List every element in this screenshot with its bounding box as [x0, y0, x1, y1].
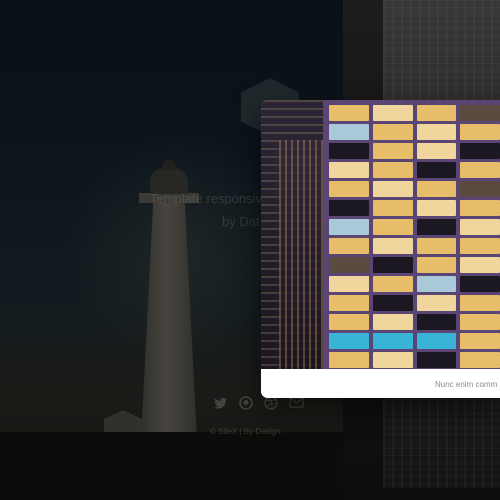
background-building-lights	[279, 140, 323, 369]
window	[372, 257, 413, 273]
window	[416, 333, 457, 349]
window	[329, 143, 369, 159]
window	[416, 200, 457, 216]
window	[460, 352, 500, 368]
window	[372, 333, 413, 349]
window	[329, 181, 369, 197]
window	[329, 295, 369, 311]
window	[372, 200, 413, 216]
window	[460, 162, 500, 178]
window	[372, 238, 413, 254]
window	[416, 162, 457, 178]
window	[416, 238, 457, 254]
window	[329, 314, 369, 330]
window	[460, 124, 500, 140]
window	[460, 181, 500, 197]
window	[460, 219, 500, 235]
window	[372, 124, 413, 140]
office-facade	[323, 100, 500, 369]
window	[372, 219, 413, 235]
window	[416, 181, 457, 197]
window	[416, 352, 457, 368]
window	[460, 105, 500, 121]
window	[416, 276, 457, 292]
window	[329, 333, 369, 349]
window	[329, 200, 369, 216]
window	[329, 162, 369, 178]
window	[460, 276, 500, 292]
lightbox-image[interactable]	[261, 100, 500, 369]
window	[416, 257, 457, 273]
window	[372, 295, 413, 311]
window	[329, 352, 369, 368]
window	[460, 200, 500, 216]
window	[460, 314, 500, 330]
window	[460, 238, 500, 254]
image-caption: Nunc enim comm	[435, 380, 498, 389]
window	[460, 295, 500, 311]
lightbox-card: Nunc enim comm	[261, 100, 500, 398]
window	[460, 143, 500, 159]
window	[416, 219, 457, 235]
window	[329, 257, 369, 273]
window	[329, 276, 369, 292]
window	[372, 276, 413, 292]
window	[372, 352, 413, 368]
window	[372, 181, 413, 197]
window	[416, 314, 457, 330]
window	[416, 124, 457, 140]
window	[329, 238, 369, 254]
window	[372, 162, 413, 178]
window	[329, 105, 369, 121]
window	[416, 105, 457, 121]
window	[372, 143, 413, 159]
window	[416, 143, 457, 159]
window	[372, 105, 413, 121]
window	[329, 124, 369, 140]
window	[329, 219, 369, 235]
window	[460, 257, 500, 273]
window	[460, 333, 500, 349]
window	[416, 295, 457, 311]
window	[372, 314, 413, 330]
